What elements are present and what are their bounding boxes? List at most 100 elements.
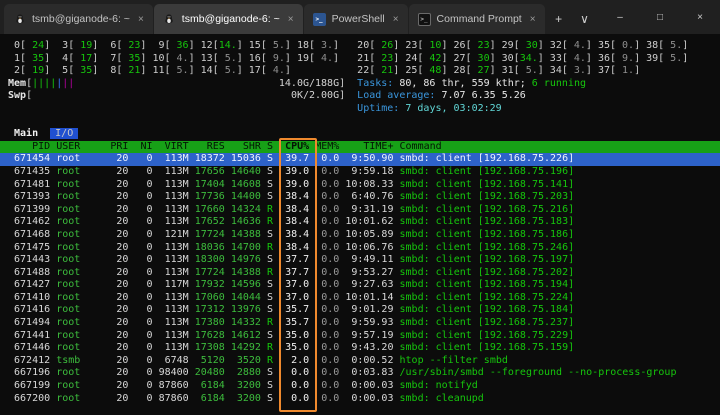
- process-row[interactable]: 671494 root 20 0 113M 17380 14332 R 35.7…: [0, 317, 720, 330]
- column-header-res[interactable]: RES: [195, 141, 225, 152]
- new-tab-button[interactable]: +: [546, 4, 572, 34]
- process-row[interactable]: 671488 root 20 0 113M 17724 14388 R 37.7…: [0, 267, 720, 280]
- process-row[interactable]: 672412 tsmb 20 0 6748 5120 3520 R 2.0 0.…: [0, 355, 720, 368]
- process-row[interactable]: 671481 root 20 0 113M 17404 14608 S 39.0…: [0, 179, 720, 192]
- cell-command: smbd: client [192.168.75.226]: [399, 153, 575, 165]
- cell-pid: 671494: [8, 317, 51, 329]
- cell-virt: 113M: [158, 291, 189, 303]
- cell-res: 17736: [194, 191, 225, 203]
- column-header-command[interactable]: Command: [400, 141, 442, 152]
- cell-shr: 3200: [230, 380, 261, 392]
- cpu-meter: 10[4.]: [152, 52, 195, 64]
- cell-time: 9:59.93: [345, 317, 394, 329]
- cell-res: 17060: [194, 291, 225, 303]
- tab-close-icon[interactable]: ×: [288, 14, 294, 25]
- cpu-meter: 27[30]: [453, 52, 496, 64]
- column-header-shr[interactable]: SHR: [231, 141, 261, 152]
- cpu-meter: 32[4.]: [549, 40, 592, 51]
- terminal[interactable]: 0[24] 3[19] 6[23] 9[36] 12[14.] 15[5.] 18[3.] 2…: [0, 34, 720, 415]
- cell-pri: 20: [110, 266, 129, 278]
- column-header-pri[interactable]: PRI: [110, 141, 128, 152]
- htop-tab-io[interactable]: I/O: [50, 128, 79, 140]
- cell-res: 17656: [194, 165, 225, 177]
- column-header-pid[interactable]: PID: [8, 141, 50, 152]
- cell-ni: 0: [134, 329, 153, 341]
- cell-pri: 20: [110, 317, 129, 329]
- cell-cpu: 35.7: [279, 317, 310, 329]
- memory-meter-value: 14.0G/188G: [278, 77, 340, 89]
- cell-mem: 0.0: [315, 304, 340, 316]
- cell-user: root: [56, 266, 111, 278]
- terminal-tab[interactable]: >_ Command Prompt ×: [408, 4, 545, 34]
- terminal-tab[interactable]: tsmb@giganode-6: ~ ×: [153, 4, 303, 34]
- load-average-label: Load average:: [357, 90, 436, 102]
- cell-shr: 14388: [230, 228, 261, 240]
- column-header-mem[interactable]: MEM%: [315, 141, 339, 152]
- tab-close-icon[interactable]: ×: [138, 14, 144, 25]
- cell-user: root: [56, 241, 111, 253]
- process-row[interactable]: 671446 root 20 0 113M 17308 14292 R 35.0…: [0, 342, 720, 355]
- process-row[interactable]: 671399 root 20 0 113M 17660 14324 R 38.4…: [0, 204, 720, 217]
- process-row[interactable]: 667196 root 20 0 98400 20480 2880 S 0.0 …: [0, 367, 720, 380]
- memory-meter-bars: |||||||: [32, 77, 75, 89]
- process-row[interactable]: 671435 root 20 0 113M 17656 14640 S 39.0…: [0, 166, 720, 179]
- cell-command: smbd: client [192.168.75.216]: [399, 203, 575, 215]
- process-row[interactable]: 667199 root 20 0 87860 6184 3200 S 0.0 0…: [0, 380, 720, 393]
- cpu-meter: 34[3.]: [549, 65, 592, 77]
- close-button[interactable]: ×: [680, 0, 720, 34]
- cell-mem: 0.0: [315, 153, 340, 165]
- process-row[interactable]: 671410 root 20 0 113M 17060 14044 S 37.0…: [0, 292, 720, 305]
- cell-res: 6184: [194, 392, 225, 404]
- cell-time: 9:31.19: [345, 203, 394, 215]
- column-header-time[interactable]: TIME+: [345, 141, 393, 152]
- process-row[interactable]: 671427 root 20 0 117M 17932 14596 S 37.0…: [0, 279, 720, 292]
- cell-virt: 117M: [158, 279, 189, 291]
- process-row[interactable]: 671441 root 20 0 113M 17628 14612 S 35.0…: [0, 330, 720, 343]
- process-row[interactable]: 667200 root 20 0 87860 6184 3200 S 0.0 0…: [0, 393, 720, 406]
- terminal-tab[interactable]: tsmb@giganode-6: ~ ×: [4, 4, 153, 34]
- process-row[interactable]: 671443 root 20 0 113M 18300 14976 S 37.7…: [0, 254, 720, 267]
- process-row[interactable]: 671462 root 20 0 113M 17652 14636 R 38.4…: [0, 216, 720, 229]
- tab-close-icon[interactable]: ×: [530, 14, 536, 25]
- column-header-virt[interactable]: VIRT: [159, 141, 189, 152]
- cell-ni: 0: [134, 279, 153, 291]
- cpu-meter: 13[5.]: [200, 52, 243, 64]
- cell-ni: 0: [134, 266, 153, 278]
- process-rows: 671454 root 20 0 113M 18372 15036 S 39.7…: [0, 153, 720, 405]
- cpu-meter: 22[21]: [357, 65, 400, 77]
- process-row[interactable]: 671393 root 20 0 113M 17736 14400 S 38.4…: [0, 191, 720, 204]
- tab-close-icon[interactable]: ×: [393, 14, 399, 25]
- cell-time: 9:49.11: [345, 254, 394, 266]
- cell-mem: 0.0: [315, 392, 340, 404]
- cell-virt: 113M: [158, 178, 189, 190]
- cell-command: smbd: client [192.168.75.224]: [399, 291, 575, 303]
- cpu-meter: 39[5.]: [646, 52, 689, 64]
- process-row[interactable]: 671454 root 20 0 113M 18372 15036 S 39.7…: [0, 153, 720, 166]
- tab-title: PowerShell: [331, 13, 385, 25]
- minimize-button[interactable]: –: [600, 0, 640, 34]
- htop-tab-main[interactable]: Main: [14, 128, 38, 139]
- cell-cpu: 37.7: [279, 254, 310, 266]
- cell-pid: 667199: [8, 380, 51, 392]
- cell-time: 9:53.27: [345, 266, 394, 278]
- bracket: ]: [339, 77, 346, 89]
- cell-cpu: 37.0: [279, 291, 310, 303]
- tab-title: tsmb@giganode-6: ~: [181, 13, 280, 25]
- memory-tasks-line: Mem[||||||| 14.0G/188G] Tasks: 80, 86 thr,…: [8, 78, 720, 91]
- column-header-cpu[interactable]: CPU%: [279, 141, 309, 152]
- cell-time: 10:01.14: [345, 291, 394, 303]
- process-row[interactable]: 671475 root 20 0 113M 18036 14700 R 38.4…: [0, 242, 720, 255]
- tab-dropdown-button[interactable]: ∨: [572, 4, 598, 34]
- cell-mem: 0.0: [315, 279, 340, 291]
- cpu-meter: 1[35]: [14, 52, 51, 64]
- cell-time: 0:03.83: [345, 367, 394, 379]
- cell-shr: 14700: [230, 241, 261, 253]
- column-header-user[interactable]: USER: [56, 141, 110, 152]
- maximize-button[interactable]: □: [640, 0, 680, 34]
- column-header-ni[interactable]: NI: [134, 141, 152, 152]
- process-row[interactable]: 671468 root 20 0 121M 17724 14388 S 38.4…: [0, 229, 720, 242]
- cell-mem: 0.0: [315, 191, 340, 203]
- process-row[interactable]: 671416 root 20 0 113M 17312 13976 S 35.7…: [0, 304, 720, 317]
- cell-time: 9:50.90: [345, 153, 394, 165]
- terminal-tab[interactable]: >_ PowerShell ×: [303, 4, 408, 34]
